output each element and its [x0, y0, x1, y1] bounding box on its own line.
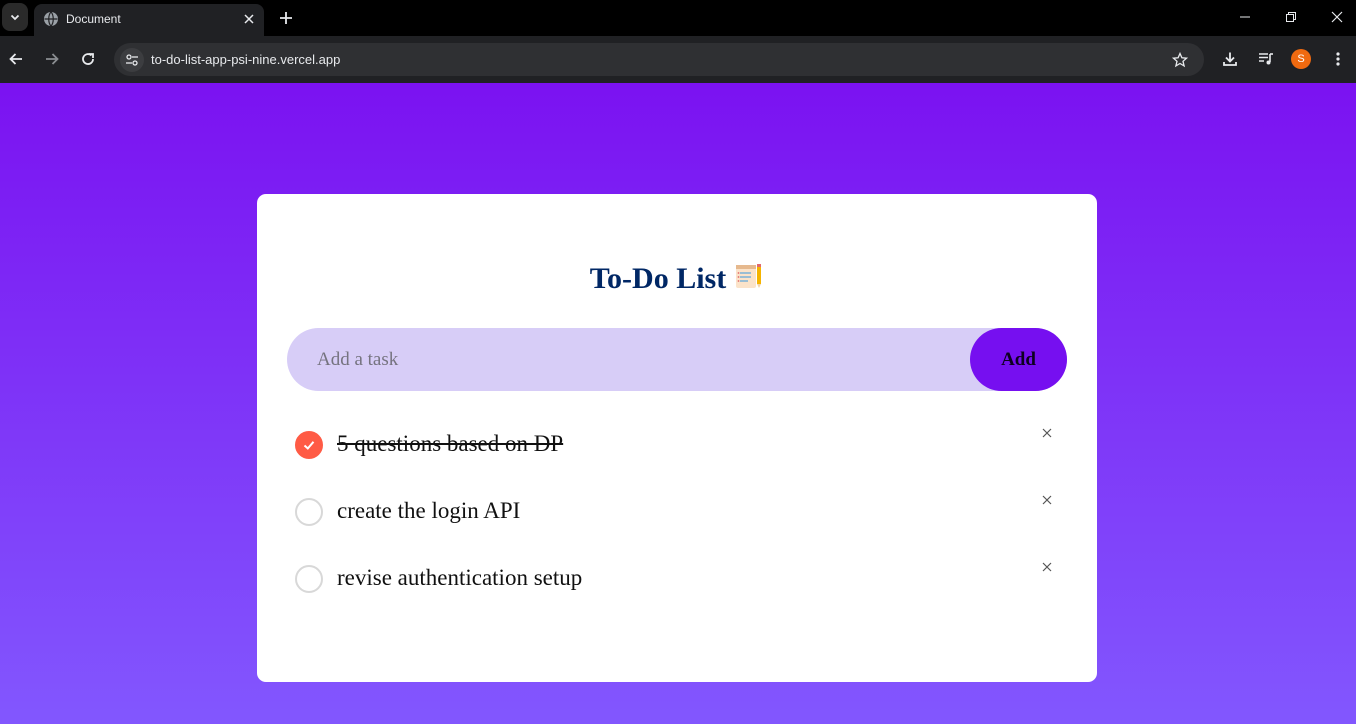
page-title: To-Do List — [257, 262, 1097, 298]
globe-icon — [44, 11, 58, 27]
todo-card: To-Do List Add a task Add 5 questions ba… — [257, 194, 1097, 682]
download-icon — [1223, 52, 1237, 66]
task-text: 5 questions based on DP — [337, 431, 564, 456]
browser-tab[interactable]: Document — [34, 4, 264, 36]
delete-task-button[interactable] — [1037, 557, 1057, 577]
media-controls-button[interactable] — [1254, 47, 1278, 71]
browser-menu-button[interactable] — [1326, 47, 1350, 71]
add-task-row: Add — [287, 328, 1067, 391]
back-button[interactable] — [4, 47, 28, 71]
tune-icon — [126, 54, 138, 66]
forward-button[interactable] — [40, 47, 64, 71]
check-icon — [303, 441, 315, 450]
bookmark-button[interactable] — [1168, 48, 1192, 72]
site-info-button[interactable] — [120, 48, 144, 72]
add-button[interactable]: Add — [970, 328, 1067, 391]
reload-button[interactable] — [76, 47, 100, 71]
close-icon — [1042, 562, 1052, 572]
browser-toolbar: to-do-list-app-psi-nine.vercel.app S — [0, 36, 1356, 83]
task-checkbox[interactable] — [295, 431, 323, 459]
page-background: To-Do List Add a task Add 5 questions ba… — [0, 83, 1356, 724]
arrow-right-icon — [46, 53, 59, 65]
restore-button[interactable] — [1276, 3, 1306, 31]
tab-search-button[interactable] — [2, 3, 28, 31]
notepad-icon — [734, 262, 764, 298]
address-bar[interactable]: to-do-list-app-psi-nine.vercel.app — [114, 43, 1204, 76]
delete-task-button[interactable] — [1037, 423, 1057, 443]
profile-button[interactable]: S — [1289, 47, 1313, 71]
list-item[interactable]: create the login API — [287, 486, 1067, 553]
new-tab-button[interactable] — [274, 6, 298, 30]
list-item[interactable]: revise authentication setup — [287, 553, 1067, 620]
window-close-button[interactable] — [1322, 3, 1352, 31]
queue-music-icon — [1259, 53, 1273, 65]
minimize-icon — [1240, 16, 1250, 18]
task-input[interactable] — [287, 328, 977, 391]
task-checkbox[interactable] — [295, 565, 323, 593]
restore-icon — [1286, 12, 1296, 22]
close-icon — [1042, 495, 1052, 505]
browser-tab-strip: Document — [0, 0, 1356, 36]
chevron-down-icon — [10, 14, 20, 21]
close-icon — [244, 14, 254, 24]
tab-close-button[interactable] — [240, 10, 258, 28]
minimize-button[interactable] — [1230, 3, 1260, 31]
more-vert-icon — [1336, 52, 1340, 66]
star-icon — [1172, 52, 1188, 68]
title-text: To-Do List — [589, 262, 727, 295]
arrow-left-icon — [9, 53, 22, 65]
reload-icon — [82, 53, 94, 65]
tab-title: Document — [66, 12, 121, 26]
list-item[interactable]: 5 questions based on DP — [287, 419, 1067, 486]
avatar: S — [1291, 49, 1311, 69]
task-text: revise authentication setup — [337, 565, 583, 590]
task-text: create the login API — [337, 498, 521, 523]
task-list: 5 questions based on DP create the login… — [287, 419, 1067, 620]
downloads-button[interactable] — [1218, 47, 1242, 71]
close-icon — [1331, 11, 1343, 23]
task-checkbox[interactable] — [295, 498, 323, 526]
delete-task-button[interactable] — [1037, 490, 1057, 510]
url-text: to-do-list-app-psi-nine.vercel.app — [151, 52, 341, 67]
plus-icon — [280, 12, 292, 24]
close-icon — [1042, 428, 1052, 438]
